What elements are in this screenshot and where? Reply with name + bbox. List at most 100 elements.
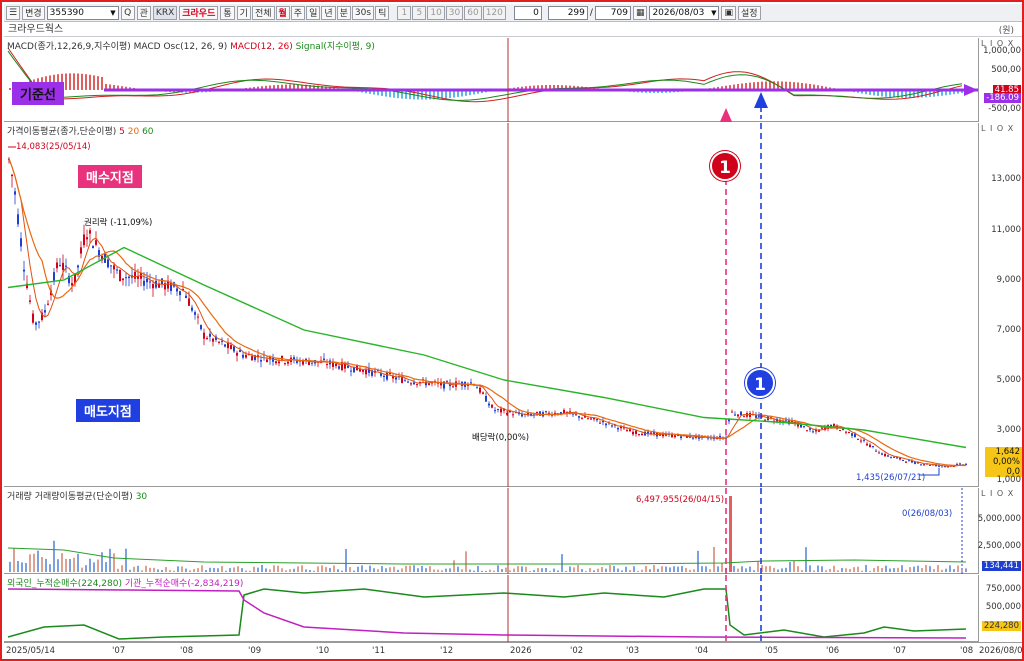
- volume-bar: [437, 569, 439, 572]
- volume-bar: [597, 568, 599, 572]
- volume-bar: [641, 569, 643, 572]
- volume-bar: [933, 569, 935, 572]
- volume-bar: [317, 566, 319, 572]
- flow-panel[interactable]: 외국인_누적순매수(224,280) 기관_누적순매수(-2,834,219): [4, 575, 978, 642]
- candle-body: [218, 341, 220, 343]
- date-tick: '12: [440, 646, 454, 656]
- period-button-6[interactable]: 분: [336, 5, 351, 20]
- window-title: 크라우드웍스: [4, 23, 1022, 37]
- settings-button[interactable]: 설정: [737, 5, 761, 20]
- candle-body: [860, 440, 862, 442]
- volume-axis-controls[interactable]: L I O X: [981, 489, 1014, 498]
- volume-bar: [693, 569, 695, 572]
- macd-panel[interactable]: MACD(종가,12,26,9,지수이평) MACD Osc(12, 26, 9…: [4, 38, 978, 122]
- period-button-8[interactable]: 틱: [375, 5, 390, 20]
- volume-bar: [457, 566, 459, 572]
- volume-bar: [625, 566, 627, 572]
- volume-bar: [845, 568, 847, 572]
- counter-input[interactable]: 0: [513, 5, 542, 20]
- candle-body: [194, 312, 196, 315]
- volume-bar: [865, 565, 867, 572]
- volume-bar: [301, 565, 303, 572]
- fx-button[interactable]: 관: [136, 5, 151, 20]
- flag-button[interactable]: 통: [220, 5, 235, 20]
- sell-arrow-icon: [754, 92, 768, 108]
- interval-button-5[interactable]: 120: [482, 5, 506, 20]
- candle-body: [506, 413, 508, 415]
- calendar-icon[interactable]: ▦: [632, 5, 648, 20]
- price-panel[interactable]: 가격이동평균(종가,단순이평) 5 20 60 14,083(25/05/14)…: [4, 123, 978, 487]
- candle-body: [284, 363, 286, 365]
- interval-button-4[interactable]: 60: [464, 5, 482, 20]
- candle-body: [896, 457, 898, 459]
- volume-bar: [781, 568, 783, 572]
- candle-body: [338, 366, 340, 369]
- count-a-input[interactable]: 299: [547, 5, 588, 20]
- volume-bar: [937, 565, 939, 572]
- volume-bar: [425, 568, 427, 572]
- period-button-1[interactable]: 전체: [251, 5, 275, 20]
- volume-bar: [141, 570, 143, 572]
- candle-body: [866, 443, 868, 446]
- volume-bar: [577, 565, 579, 572]
- candle-body: [809, 428, 811, 430]
- candle-body: [161, 278, 163, 285]
- price-axis-controls[interactable]: L I O X: [981, 124, 1014, 133]
- interval-button-1[interactable]: 5: [412, 5, 427, 20]
- candle-body: [233, 346, 235, 352]
- volume-bar: [57, 559, 59, 572]
- volume-bar: [429, 566, 431, 572]
- candle-body: [29, 300, 31, 302]
- macd-legend-macd: MACD(12, 26): [230, 42, 293, 52]
- volume-bar: [173, 570, 175, 572]
- interval-button-0[interactable]: 1: [397, 5, 412, 20]
- stock-code-input[interactable]: 355390 ▼: [46, 5, 119, 20]
- candle-body: [107, 259, 109, 268]
- volume-bar: [517, 566, 519, 572]
- volume-bar: [721, 562, 723, 572]
- interval-button-2[interactable]: 10: [427, 5, 445, 20]
- volume-bar: [785, 567, 787, 572]
- stock-name-button[interactable]: 크라우드: [179, 5, 219, 20]
- last-change: 0,00%: [992, 457, 1020, 467]
- date-tick: '02: [570, 646, 584, 656]
- candle-body: [641, 433, 643, 436]
- date-input[interactable]: 2026/08/03 ▼: [649, 5, 720, 20]
- count-b-input[interactable]: 709: [594, 5, 631, 20]
- krx-badge[interactable]: KRX: [152, 5, 178, 20]
- volume-bar: [485, 570, 487, 572]
- unit-label: (원): [998, 26, 1014, 36]
- period-button-2[interactable]: 월: [275, 5, 290, 20]
- candle-body: [89, 230, 91, 234]
- volume-bar: [629, 569, 631, 572]
- period-button-7[interactable]: 30s: [351, 5, 375, 20]
- period-button-4[interactable]: 일: [306, 5, 321, 20]
- search-icon[interactable]: Q: [120, 5, 135, 20]
- candle-body: [260, 360, 262, 362]
- volume-bar: [357, 566, 359, 572]
- interval-button-3[interactable]: 30: [445, 5, 464, 20]
- candle-body: [497, 408, 499, 410]
- volume-bar: [249, 570, 251, 572]
- stock-code-value: 355390: [49, 7, 84, 18]
- volume-bar: [705, 566, 707, 572]
- candle-body: [35, 322, 37, 325]
- menu-icon[interactable]: ☰: [6, 5, 21, 20]
- volume-bar: [165, 567, 167, 572]
- volume-panel[interactable]: 거래량 거래량이동평균(단순이평) 30 6,497,955(26/04/15)…: [4, 488, 978, 574]
- candle-body: [476, 387, 478, 389]
- mode-button[interactable]: 변경: [22, 5, 45, 20]
- volume-bar: [369, 565, 371, 572]
- period-button-5[interactable]: 년: [321, 5, 336, 20]
- volume-bar: [365, 569, 367, 572]
- candle-body: [734, 414, 736, 416]
- price-legend-ma20: 20: [127, 127, 140, 137]
- candle-body: [62, 262, 64, 270]
- save-icon[interactable]: ▣: [721, 5, 736, 20]
- baseline-label: 기준선: [12, 82, 64, 105]
- sell-point-label: 매도지점: [76, 399, 140, 422]
- period-button-0[interactable]: 기: [236, 5, 251, 20]
- candle-body: [176, 288, 178, 292]
- period-button-3[interactable]: 주: [290, 5, 306, 20]
- volume-bar: [809, 565, 811, 572]
